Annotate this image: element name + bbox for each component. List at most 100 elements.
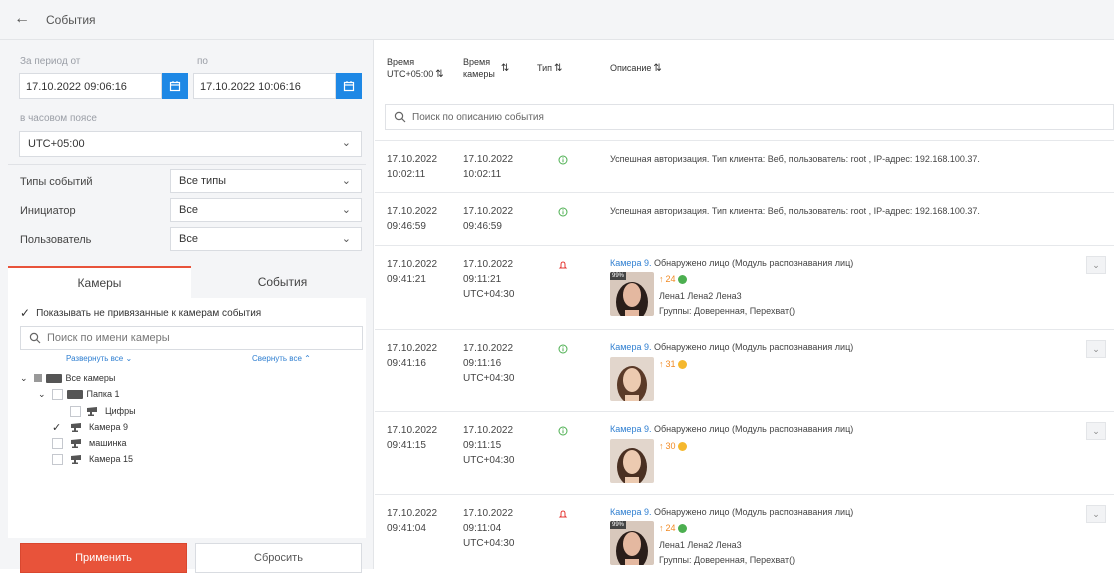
checkmark-icon[interactable]: ✓ [52, 421, 63, 434]
info-icon [558, 155, 568, 165]
search-icon [394, 111, 406, 123]
table-row[interactable]: 17.10.2022 09:46:59 17.10.2022 09:46:59 Ус… [375, 192, 1114, 245]
person-icon: ↑ [659, 523, 664, 533]
calendar-icon[interactable] [336, 73, 362, 99]
person-groups: Группы: Доверенная, Перехват() [659, 306, 796, 316]
event-time: 17.10.2022 10:02:11 [387, 154, 438, 180]
chevron-down-icon[interactable]: ⌄ [38, 389, 46, 400]
column-header-description[interactable]: Описание ⇅ [610, 62, 662, 75]
chevron-down-icon[interactable]: ⌄ [1086, 422, 1106, 440]
event-description: Успешная авторизация. Тип клиента: Веб, … [610, 206, 980, 216]
tab-events[interactable]: События [191, 266, 374, 298]
chevron-down-icon[interactable]: ⌄ [1086, 340, 1106, 358]
date-to-input[interactable]: 17.10.2022 10:06:16 [193, 73, 336, 99]
sort-icon[interactable]: ⇅ [554, 63, 562, 74]
table-row[interactable]: 17.10.2022 09:41:16 17.10.2022 09:11:16 UTC… [375, 329, 1114, 411]
status-dot [677, 274, 687, 284]
event-time: 17.10.2022 09:46:59 [387, 206, 438, 232]
column-header-label: Тип [537, 63, 553, 73]
alarm-bell-icon [558, 261, 568, 269]
description-search-input[interactable]: Поиск по описанию события [385, 104, 1114, 130]
expand-all-link[interactable]: Развернуть все ⌄ [66, 354, 132, 363]
column-header-time[interactable]: Время UTC+05:00 ⇅ [387, 56, 444, 81]
event-types-label: Типы событий [20, 176, 93, 188]
collapse-all-link[interactable]: Свернуть все ⌃ [252, 354, 311, 363]
timezone-select[interactable]: UTC+05:00 ⌄ [19, 131, 362, 157]
top-bar: ← События [0, 0, 1114, 40]
folder-icon [66, 389, 83, 399]
person-icon: ↑ [659, 441, 664, 451]
camera-time: 17.10.2022 09:11:21 UTC+04:30 [463, 259, 515, 300]
tree-item-cam15[interactable]: Камера 15 [52, 452, 133, 466]
checkbox[interactable] [52, 453, 63, 465]
column-header-label: Описание [610, 63, 652, 73]
table-row[interactable]: 17.10.2022 09:41:15 17.10.2022 09:11:15 UTC… [375, 411, 1114, 494]
tree-item-all-cameras[interactable]: ⌄ Все камеры [20, 371, 115, 385]
face-thumbnail[interactable]: 99% [610, 521, 654, 565]
calendar-icon[interactable] [162, 73, 188, 99]
folder-icon [45, 373, 62, 383]
column-header-camera-time[interactable]: Время камеры ⇅ [463, 56, 509, 81]
tree-item-cam-car[interactable]: машинка [52, 436, 127, 450]
checkbox[interactable] [52, 437, 63, 449]
sort-icon[interactable]: ⇅ [435, 69, 443, 80]
camera-link[interactable]: Камера 9. [610, 424, 651, 434]
tree-label: Цифры [105, 406, 136, 416]
initiator-select[interactable]: Все ⌄ [170, 198, 362, 222]
face-thumbnail[interactable] [610, 357, 654, 401]
tree-label: Папка 1 [86, 389, 120, 399]
tree-label: Камера 15 [89, 454, 133, 464]
face-thumbnail[interactable] [610, 439, 654, 483]
camera-link[interactable]: Камера 9. [610, 507, 651, 517]
info-icon [558, 207, 568, 217]
tree-item-cam9[interactable]: ✓ Камера 9 [52, 420, 128, 434]
chevron-down-icon[interactable]: ⌄ [20, 373, 28, 384]
tree-item-cam-digits[interactable]: Цифры [70, 404, 136, 418]
person-icon: ↑ [659, 274, 664, 284]
table-row[interactable]: 17.10.2022 09:41:04 17.10.2022 09:11:04 UTC… [375, 494, 1114, 569]
timezone-label: UTC+05:00 [387, 69, 434, 79]
camera-link[interactable]: Камера 9. [610, 258, 651, 268]
column-header-type[interactable]: Тип ⇅ [537, 62, 562, 75]
tree-item-folder1[interactable]: ⌄ Папка 1 [38, 387, 120, 401]
event-types-select[interactable]: Все типы ⌄ [170, 169, 362, 193]
table-row[interactable]: 17.10.2022 09:41:21 17.10.2022 09:11:21 UTC… [375, 245, 1114, 329]
arrow-left-icon[interactable]: ← [14, 11, 30, 27]
age-indicator: ↑ 24 [659, 274, 687, 284]
status-dot [677, 359, 687, 369]
tree-label: Все камеры [65, 373, 116, 383]
event-time: 17.10.2022 09:41:21 [387, 259, 438, 285]
camera-time: 17.10.2022 10:02:11 [463, 154, 514, 180]
partial-checkbox[interactable] [33, 374, 42, 382]
event-time: 17.10.2022 09:41:04 [387, 508, 438, 534]
date-from-input[interactable]: 17.10.2022 09:06:16 [19, 73, 162, 99]
event-types-value: Все типы [179, 175, 227, 187]
chevron-down-icon[interactable]: ⌄ [1086, 505, 1106, 523]
person-names: Лена1 Лена2 Лена3 [659, 291, 742, 301]
face-thumbnail[interactable]: 99% [610, 272, 654, 316]
camera-search-input[interactable]: Поиск по имени камеры [20, 326, 363, 350]
info-icon [558, 344, 568, 354]
event-time: 17.10.2022 09:41:15 [387, 425, 438, 451]
sort-icon[interactable]: ⇅ [653, 63, 661, 74]
camera-link[interactable]: Камера 9. [610, 342, 651, 352]
event-description: Камера 9. Обнаружено лицо (Модуль распоз… [610, 258, 854, 268]
camera-panel: ✓ Показывать не привязанные к камерам со… [8, 298, 366, 538]
age-indicator: ↑ 24 [659, 523, 687, 533]
timezone-value: UTC+05:00 [28, 138, 85, 150]
search-icon [29, 332, 41, 344]
camera-icon [71, 455, 81, 464]
show-unbound-checkbox[interactable]: ✓ Показывать не привязанные к камерам со… [20, 306, 261, 320]
tab-cameras[interactable]: Камеры [8, 266, 191, 298]
user-value: Все [179, 233, 198, 245]
camera-icon [71, 439, 81, 448]
user-select[interactable]: Все ⌄ [170, 227, 362, 251]
column-header-label: Время [387, 57, 415, 67]
sort-icon[interactable]: ⇅ [501, 63, 509, 74]
checkbox[interactable] [51, 388, 63, 400]
table-row[interactable]: 17.10.2022 10:02:11 17.10.2022 10:02:11 Ус… [375, 140, 1114, 192]
period-to-label: по [197, 56, 208, 67]
checkbox[interactable] [70, 405, 81, 417]
events-table: Время UTC+05:00 ⇅ Время камеры ⇅ Тип ⇅ Опис… [375, 40, 1114, 569]
chevron-down-icon[interactable]: ⌄ [1086, 256, 1106, 274]
